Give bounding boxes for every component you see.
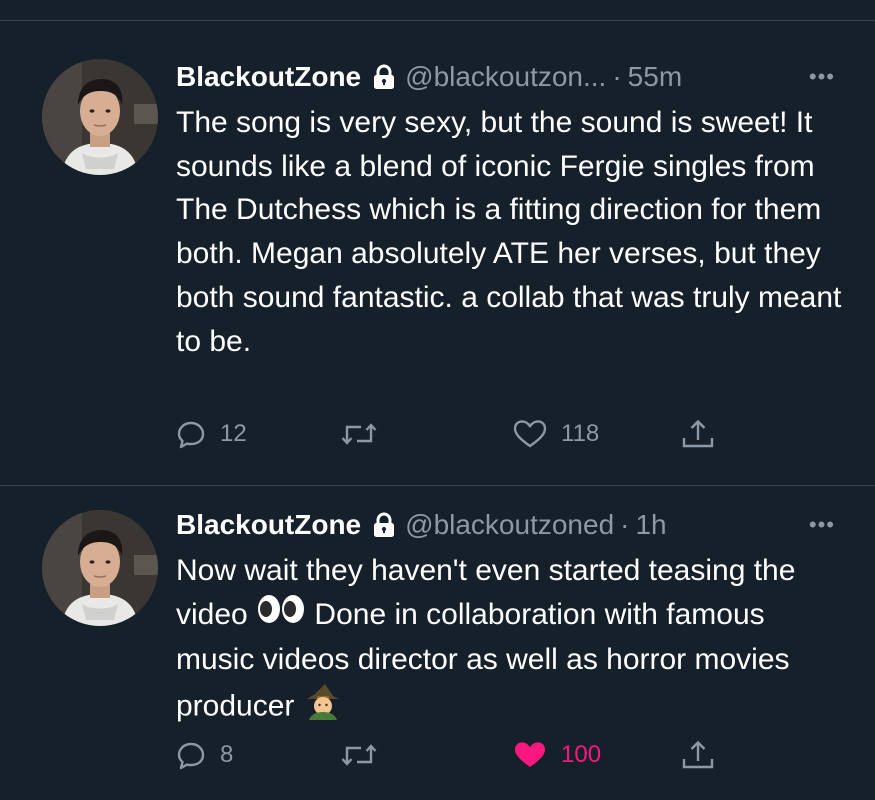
- reply-button[interactable]: 8: [176, 735, 233, 775]
- reply-count: 12: [220, 420, 247, 447]
- more-options-icon[interactable]: •••: [809, 507, 835, 543]
- tweet[interactable]: BlackoutZone @blackoutzon... · 55m ••• T…: [0, 21, 875, 485]
- share-button[interactable]: [681, 735, 715, 775]
- tweet-header: BlackoutZone @blackoutzoned · 1h •••: [176, 507, 835, 543]
- tweet[interactable]: BlackoutZone @blackoutzoned · 1h ••• Now…: [0, 486, 875, 800]
- like-button[interactable]: 118: [513, 414, 599, 454]
- lock-icon: [371, 64, 397, 90]
- separator-dot: ·: [612, 61, 622, 92]
- tweet-actions: 8 100: [176, 735, 736, 775]
- like-button[interactable]: 100: [513, 735, 601, 775]
- reply-icon: [176, 419, 206, 449]
- heart-filled-icon: [513, 740, 547, 770]
- more-options-icon[interactable]: •••: [809, 59, 835, 95]
- retweet-icon: [341, 740, 377, 770]
- author-name[interactable]: BlackoutZone: [176, 61, 361, 93]
- tweet-text: Now wait they haven't even started teasi…: [176, 549, 846, 733]
- lock-icon: [371, 512, 397, 538]
- separator-dot: ·: [620, 509, 630, 540]
- author-handle[interactable]: @blackoutzoned: [405, 509, 614, 541]
- reply-button[interactable]: 12: [176, 414, 247, 454]
- like-count: 118: [561, 420, 600, 447]
- retweet-icon: [341, 419, 377, 449]
- eyes-icon: [256, 593, 306, 638]
- tweet-header: BlackoutZone @blackoutzon... · 55m •••: [176, 59, 835, 95]
- retweet-button[interactable]: [341, 414, 391, 454]
- tweet-actions: 12 118: [176, 414, 736, 454]
- tweet-timestamp[interactable]: 1h: [635, 509, 666, 541]
- author-handle[interactable]: @blackoutzon...: [405, 61, 606, 93]
- author-name[interactable]: BlackoutZone: [176, 509, 361, 541]
- share-icon: [681, 739, 715, 771]
- reply-count: 8: [220, 741, 234, 768]
- witch-icon: [303, 682, 343, 733]
- heart-icon: [513, 419, 547, 449]
- like-count: 100: [561, 741, 602, 768]
- tweet-timestamp[interactable]: 55m: [628, 61, 682, 93]
- share-button[interactable]: [681, 414, 715, 454]
- share-icon: [681, 418, 715, 450]
- reply-icon: [176, 740, 206, 770]
- retweet-button[interactable]: [341, 735, 391, 775]
- avatar[interactable]: [42, 510, 158, 626]
- avatar[interactable]: [42, 59, 158, 175]
- tweet-text: The song is very sexy, but the sound is …: [176, 106, 842, 358]
